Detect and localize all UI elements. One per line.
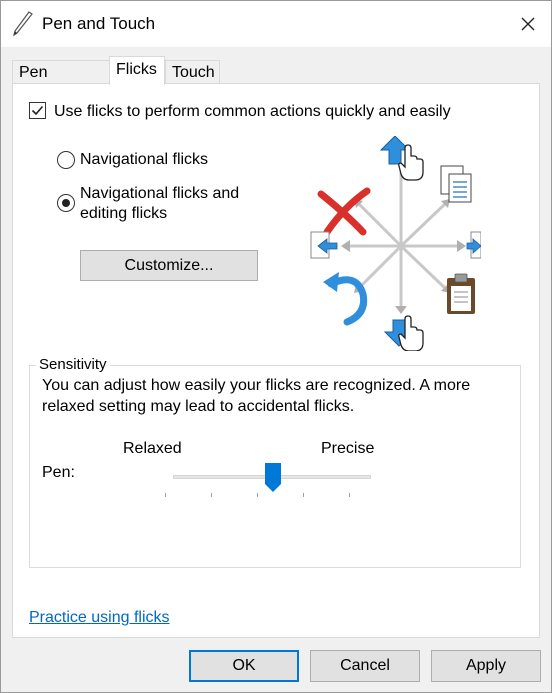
use-flicks-label[interactable]: Use flicks to perform common actions qui… (54, 103, 451, 121)
slider-tick (211, 493, 212, 497)
paste-clipboard-icon (447, 273, 475, 314)
slider-tick (257, 493, 258, 497)
copy-documents-icon (440, 165, 472, 203)
navigational-editing-flicks-radio[interactable] (57, 194, 75, 212)
pen-and-touch-dialog: Pen and Touch Pen Options Flicks Touch U… (0, 0, 552, 693)
flicks-diagram (310, 136, 481, 351)
sensitivity-group: Sensitivity You can adjust how easily yo… (29, 356, 521, 568)
navigational-flicks-radio[interactable] (57, 151, 75, 169)
sensitivity-title: Sensitivity (36, 356, 110, 373)
customize-button[interactable]: Customize... (80, 250, 258, 281)
navigational-editing-flicks-label-line1: Navigational flicks and (80, 185, 240, 202)
close-icon (521, 17, 535, 31)
practice-flicks-link[interactable]: Practice using flicks (29, 609, 170, 627)
back-page-icon (310, 231, 338, 259)
navigational-editing-flicks-label[interactable]: Navigational flicks and editing flicks (80, 184, 239, 224)
checkmark-icon (31, 105, 44, 116)
title-bar: Pen and Touch (1, 1, 551, 47)
relaxed-label: Relaxed (123, 440, 182, 457)
forward-page-icon (466, 231, 481, 259)
navigational-flicks-label[interactable]: Navigational flicks (80, 150, 208, 170)
sensitivity-description: You can adjust how easily your flicks ar… (42, 377, 471, 415)
slider-tick (165, 493, 166, 497)
sensitivity-slider-thumb[interactable] (265, 463, 281, 492)
navigational-editing-flicks-label-line2: editing flicks (80, 205, 168, 222)
precise-label: Precise (321, 440, 375, 457)
pen-label: Pen: (42, 464, 75, 481)
tab-flicks[interactable]: Flicks (109, 56, 165, 85)
use-flicks-checkbox[interactable] (29, 102, 46, 119)
slider-tick (349, 493, 350, 497)
window-title: Pen and Touch (42, 14, 156, 33)
slider-tick (303, 493, 304, 497)
tab-touch[interactable]: Touch (165, 60, 220, 84)
delete-x-icon (317, 187, 371, 236)
radio-selected-dot (62, 199, 70, 207)
pen-icon (13, 11, 33, 37)
apply-button[interactable]: Apply (431, 650, 541, 682)
cancel-button[interactable]: Cancel (310, 650, 420, 682)
close-button[interactable] (505, 1, 551, 47)
undo-arrow-icon (323, 272, 368, 326)
tab-pen-options[interactable]: Pen Options (12, 60, 110, 105)
flicks-tab-panel: Use flicks to perform common actions qui… (12, 83, 540, 638)
ok-button[interactable]: OK (189, 650, 299, 682)
